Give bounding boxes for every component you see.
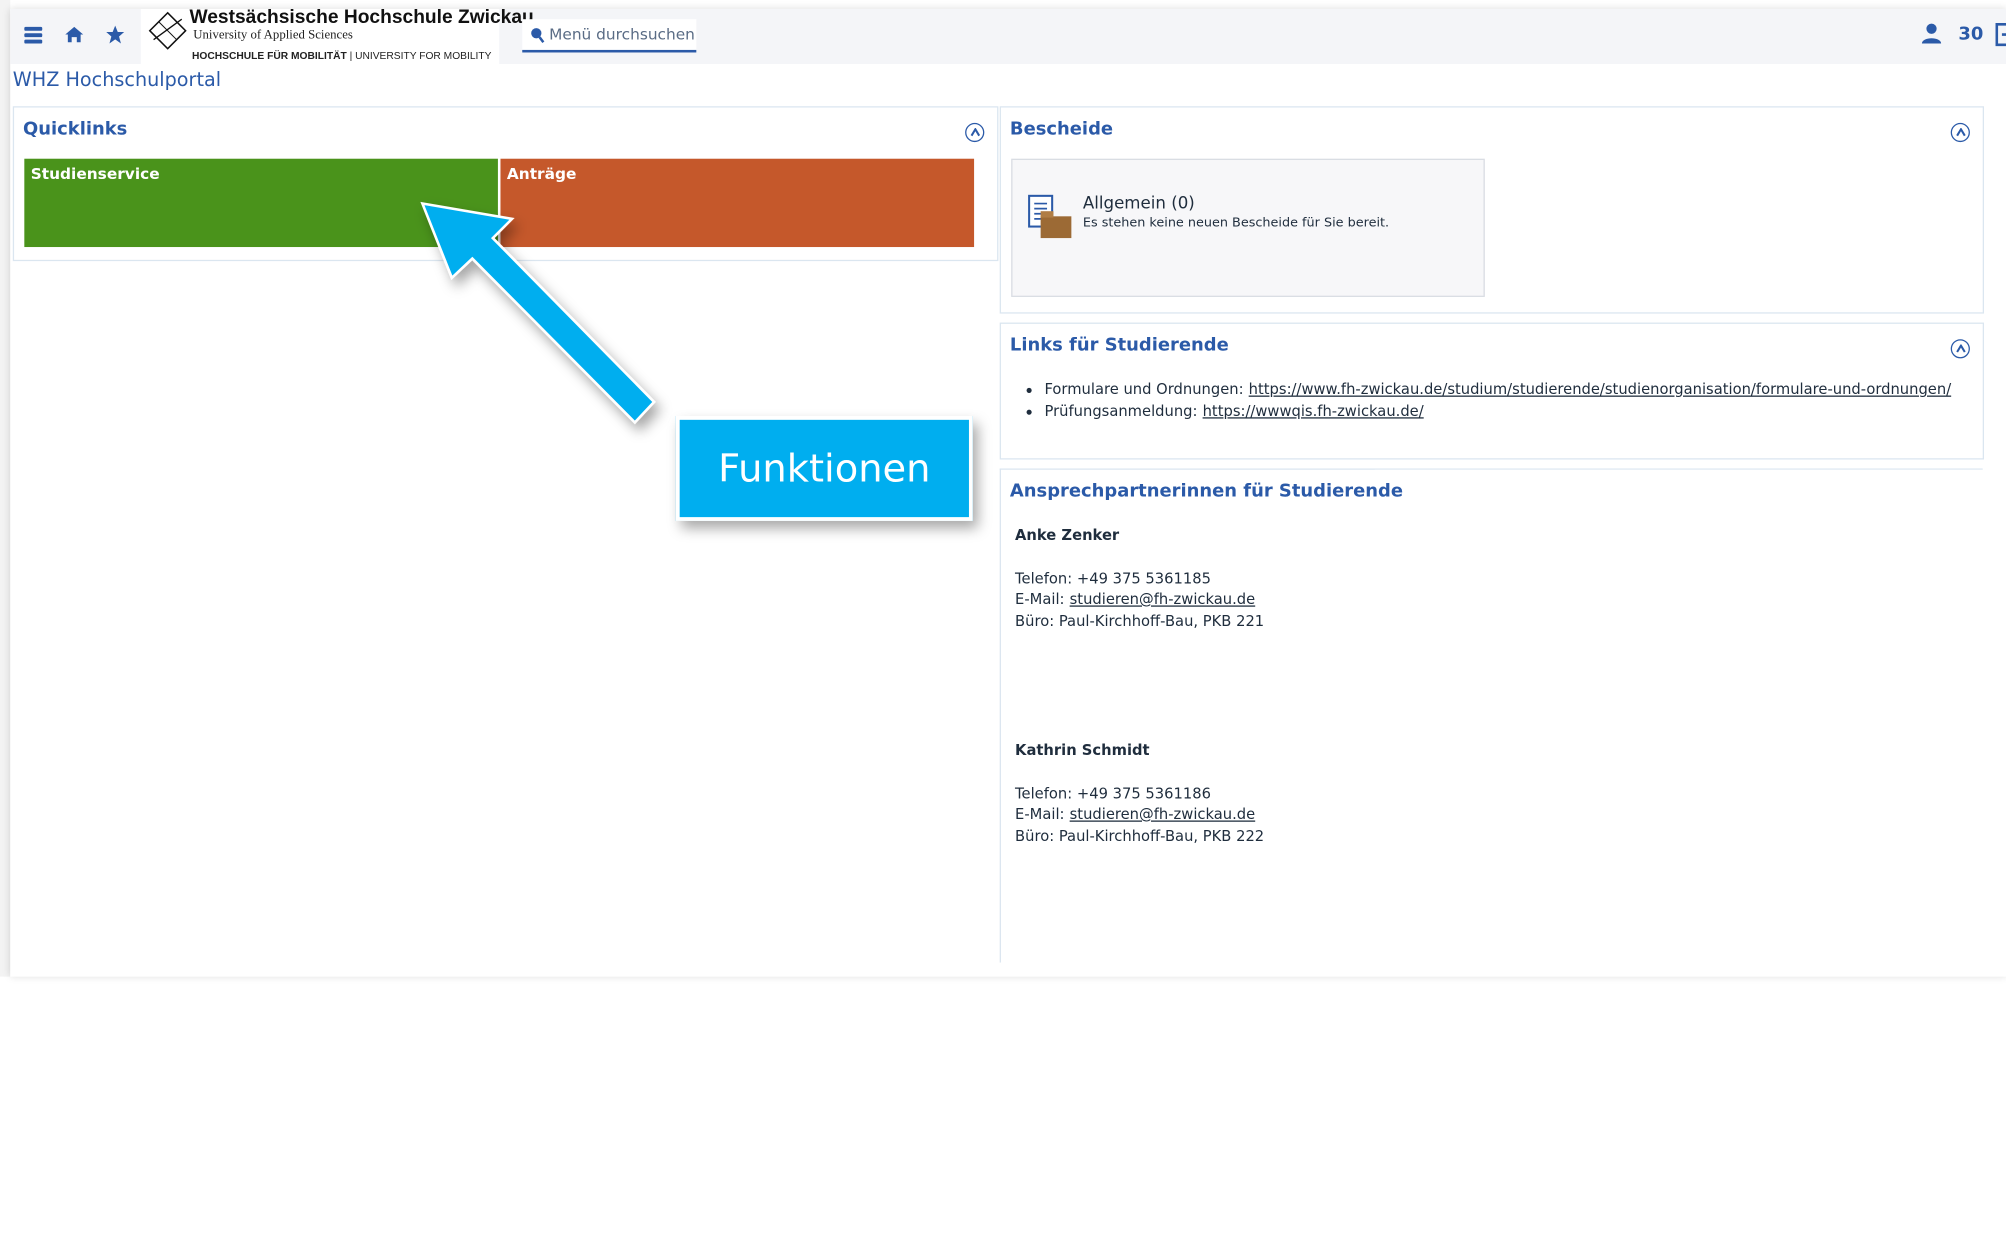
tile-label: Studienservice	[30, 165, 160, 184]
contact-phone: Telefon: +49 375 5361186	[1015, 784, 1211, 802]
document-folder-icon	[1028, 194, 1072, 239]
list-item: Prüfungsanmeldung:https://wwwqis.fh-zwic…	[1044, 402, 1951, 420]
top-bar: Westsächsische Hochschule Zwickau Univer…	[10, 8, 2006, 65]
contact-office: Büro: Paul-Kirchhoff-Bau, PKB 222	[1015, 826, 1265, 845]
link-formulare[interactable]: https://www.fh-zwickau.de/studium/studie…	[1249, 380, 1951, 398]
contact-card: Anke Zenker Telefon: +49 375 5361185 E-M…	[1015, 525, 1264, 631]
search-icon	[530, 24, 545, 48]
bescheide-card-title: Allgemein (0)	[1082, 194, 1195, 214]
bescheide-title: Bescheide	[1009, 119, 1114, 140]
collapse-icon[interactable]	[1950, 122, 1970, 143]
collapse-icon[interactable]	[965, 122, 985, 143]
list-item: Formulare und Ordnungen:https://www.fh-z…	[1044, 380, 1951, 398]
bescheide-panel: Bescheide Allgemein (0) Es stehen keine …	[999, 106, 1984, 314]
quicklinks-panel: Quicklinks Studienservice Anträge	[12, 106, 999, 262]
whz-logo[interactable]: Westsächsische Hochschule Zwickau Univer…	[140, 8, 534, 65]
contact-name: Kathrin Schmidt	[1015, 741, 1150, 760]
search-placeholder: Menü durchsuchen	[549, 25, 695, 44]
star-icon[interactable]	[102, 22, 128, 48]
portal-page: Westsächsische Hochschule Zwickau Univer…	[10, 8, 2006, 977]
links-title: Links für Studierende	[1009, 335, 1229, 356]
contact-email-row: E-Mail: studieren@fh-zwickau.de	[1015, 590, 1256, 608]
quicklinks-title: Quicklinks	[23, 119, 128, 140]
logo-title: Westsächsische Hochschule Zwickau	[189, 8, 534, 29]
logout-icon[interactable]	[1993, 22, 2006, 53]
logo-tagline: HOCHSCHULE FÜR MOBILITÄT | UNIVERSITY FO…	[192, 49, 492, 62]
home-icon[interactable]	[61, 22, 87, 48]
bescheide-card-text: Es stehen keine neuen Bescheide für Sie …	[1082, 216, 1390, 231]
ansprechpartner-panel: Ansprechpartnerinnen für Studierende Ank…	[999, 468, 1984, 964]
menu-icon[interactable]	[20, 22, 46, 48]
funktionen-callout: Funktionen	[675, 416, 973, 521]
link-pruefungsanmeldung[interactable]: https://wwwqis.fh-zwickau.de/	[1203, 402, 1424, 420]
collapse-icon[interactable]	[1950, 339, 1970, 359]
contact-name: Anke Zenker	[1015, 526, 1120, 544]
logo-subtitle: University of Applied Sciences	[193, 28, 353, 43]
user-icon[interactable]	[1920, 22, 1943, 50]
contact-phone: Telefon: +49 375 5361185	[1015, 568, 1211, 587]
session-counter: 30	[1958, 24, 1984, 45]
bescheide-card-allgemein[interactable]: Allgemein (0) Es stehen keine neuen Besc…	[1011, 158, 1485, 297]
window-edge	[0, 0, 11, 977]
links-list: Formulare und Ordnungen:https://www.fh-z…	[1029, 380, 1951, 424]
quicklink-tile-antraege[interactable]: Anträge	[500, 158, 975, 248]
menu-search-input[interactable]: Menü durchsuchen	[522, 19, 697, 53]
quicklink-tile-studienservice[interactable]: Studienservice	[24, 158, 498, 248]
logo-mark-icon	[148, 11, 187, 50]
links-panel: Links für Studierende Formulare und Ordn…	[999, 322, 1984, 460]
contact-email-row: E-Mail: studieren@fh-zwickau.de	[1015, 805, 1256, 824]
page-title: WHZ Hochschulportal	[12, 67, 222, 91]
contact-card: Kathrin Schmidt Telefon: +49 375 5361186…	[1015, 740, 1264, 846]
tile-label: Anträge	[506, 165, 577, 184]
contact-email-link[interactable]: studieren@fh-zwickau.de	[1070, 590, 1256, 608]
contact-office: Büro: Paul-Kirchhoff-Bau, PKB 221	[1015, 611, 1265, 630]
ansprechpartner-title: Ansprechpartnerinnen für Studierende	[1009, 481, 1404, 502]
callout-label: Funktionen	[718, 446, 931, 491]
contact-email-link[interactable]: studieren@fh-zwickau.de	[1070, 805, 1256, 823]
